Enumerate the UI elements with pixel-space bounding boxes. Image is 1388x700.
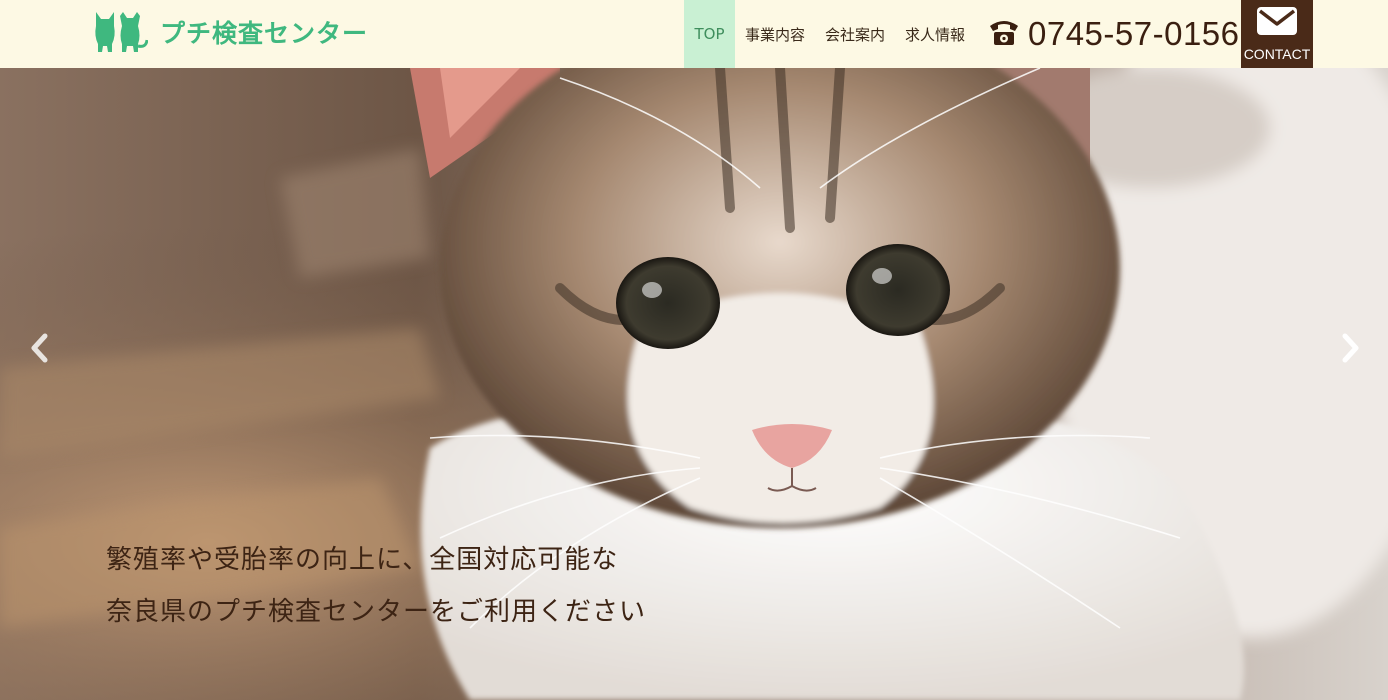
contact-button[interactable]: CONTACT [1241,0,1313,68]
hero-caption: 繁殖率や受胎率の向上に、全国対応可能な 奈良県のプチ検査センターをご利用ください [106,534,646,638]
nav-services[interactable]: 事業内容 [735,0,815,68]
hero-caption-line-2: 奈良県のプチ検査センターをご利用ください [106,597,647,627]
nav-recruit[interactable]: 求人情報 [895,0,975,68]
phone-number: 0745-57-0156 [1028,15,1240,52]
cat-and-dog-icon [92,10,148,54]
chevron-right-icon [1342,333,1360,367]
chevron-left-icon [30,333,48,367]
phone-link[interactable]: 0745-57-0156 [988,14,1240,54]
telephone-icon [988,18,1020,50]
logo-text: プチ検査センター [160,19,369,48]
main-nav: TOP 事業内容 会社案内 求人情報 [684,0,975,68]
hero-slider: 繁殖率や受胎率の向上に、全国対応可能な 奈良県のプチ検査センターをご利用ください [0,68,1388,700]
site-logo[interactable]: プチ検査センター [92,8,368,56]
nav-company[interactable]: 会社案内 [815,0,895,68]
envelope-icon [1256,6,1298,40]
hero-caption-line-1: 繁殖率や受胎率の向上に、全国対応可能な [106,545,619,575]
slider-prev-button[interactable] [24,330,54,370]
nav-top[interactable]: TOP [684,0,735,68]
site-header: プチ検査センター TOP 事業内容 会社案内 求人情報 0745-57-0156… [0,0,1388,68]
contact-label: CONTACT [1243,46,1311,62]
slider-next-button[interactable] [1336,330,1366,370]
